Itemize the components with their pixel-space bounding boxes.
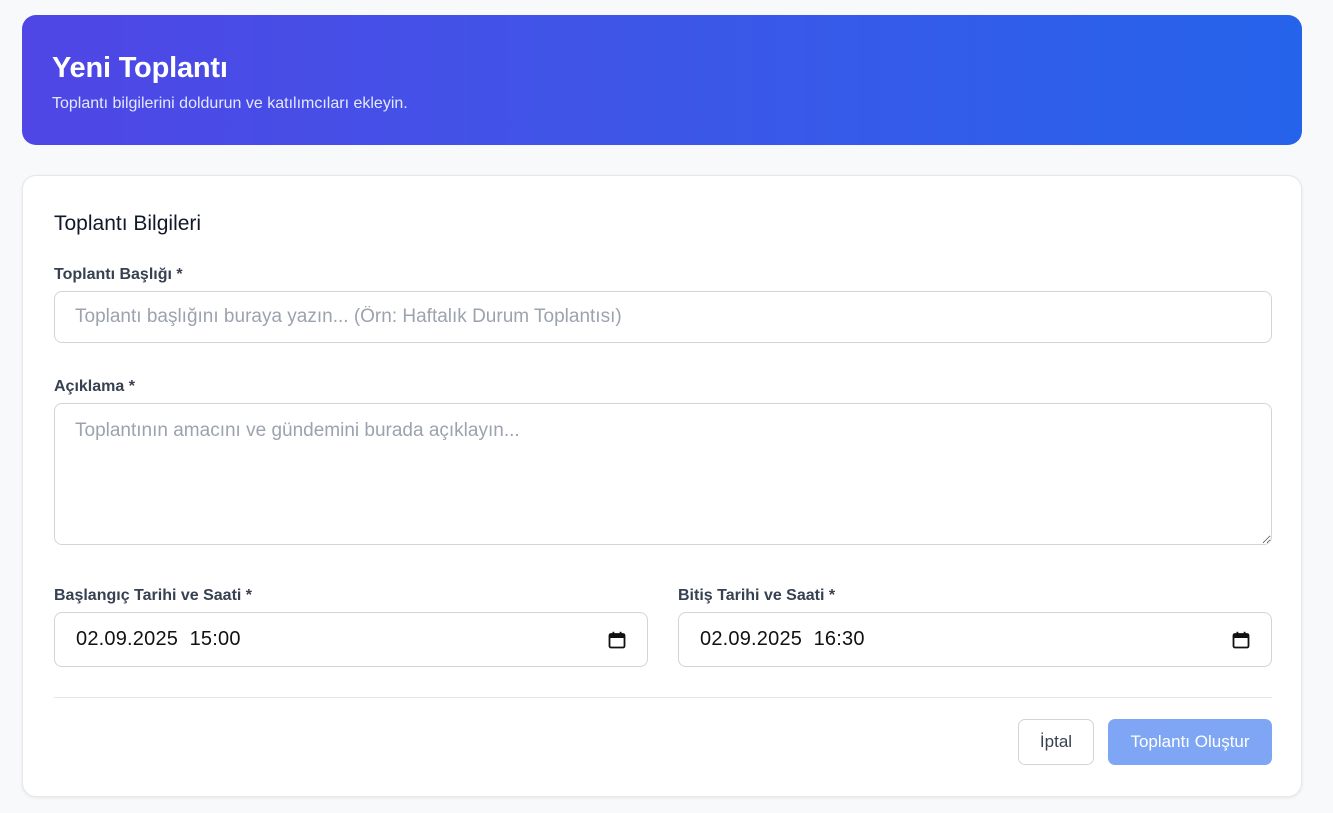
- page-title: Yeni Toplantı: [52, 52, 228, 84]
- section-title: Toplantı Bilgileri: [54, 212, 202, 235]
- end-datetime-input[interactable]: 02.09.2025 16:30: [678, 612, 1272, 667]
- calendar-icon[interactable]: [1232, 631, 1250, 649]
- title-label: Toplantı Başlığı *: [54, 266, 183, 283]
- end-datetime-value: 02.09.2025 16:30: [700, 628, 865, 650]
- cancel-button[interactable]: İptal: [1018, 719, 1094, 765]
- start-datetime-input[interactable]: 02.09.2025 15:00: [54, 612, 648, 667]
- description-label: Açıklama *: [54, 378, 135, 395]
- page-header: Yeni Toplantı Toplantı bilgilerini doldu…: [22, 15, 1302, 145]
- create-meeting-button[interactable]: Toplantı Oluştur: [1108, 719, 1272, 765]
- meeting-title-input[interactable]: [54, 291, 1272, 343]
- page-subtitle: Toplantı bilgilerini doldurun ve katılım…: [52, 95, 408, 112]
- calendar-icon[interactable]: [608, 631, 626, 649]
- form-divider: [54, 697, 1272, 698]
- start-datetime-label: Başlangıç Tarihi ve Saati *: [54, 587, 253, 604]
- description-textarea[interactable]: [54, 403, 1272, 545]
- end-datetime-label: Bitiş Tarihi ve Saati *: [678, 587, 836, 604]
- meeting-form-card: Toplantı Bilgileri Toplantı Başlığı * Aç…: [22, 175, 1302, 797]
- start-datetime-value: 02.09.2025 15:00: [76, 628, 241, 650]
